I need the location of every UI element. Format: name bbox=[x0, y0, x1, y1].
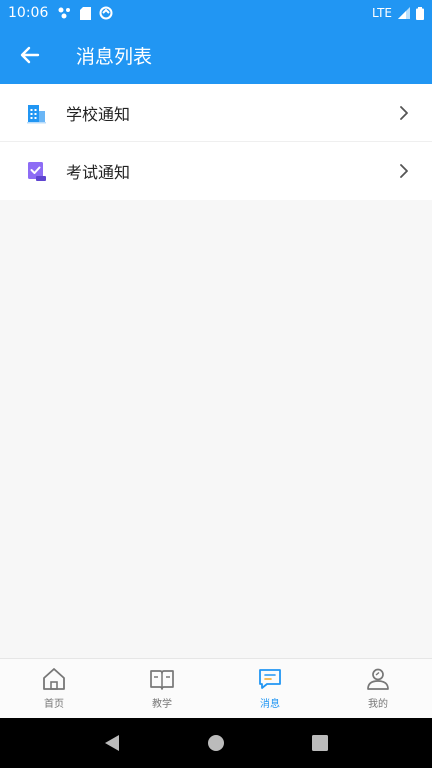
nav-item-profile[interactable]: 我的 bbox=[324, 659, 432, 718]
nav-item-home[interactable]: 首页 bbox=[0, 659, 108, 718]
system-nav-bar bbox=[0, 718, 432, 768]
list-item-exam-notice[interactable]: 考试通知 bbox=[0, 142, 432, 200]
book-icon bbox=[150, 670, 174, 690]
school-building-icon bbox=[24, 101, 48, 125]
sd-card-icon bbox=[80, 6, 92, 20]
status-bar: 10:06 LTE bbox=[0, 0, 432, 26]
nav-item-teaching[interactable]: 教学 bbox=[108, 659, 216, 718]
chevron-right-icon bbox=[394, 161, 414, 181]
list-item-label: 考试通知 bbox=[66, 163, 131, 182]
network-type: LTE bbox=[372, 6, 392, 20]
arrow-left-icon bbox=[20, 46, 40, 64]
bottom-nav: 首页 教学 消息 我的 bbox=[0, 658, 432, 718]
back-button[interactable] bbox=[0, 26, 60, 84]
nav-item-messages[interactable]: 消息 bbox=[216, 659, 324, 718]
sync-icon bbox=[99, 6, 113, 20]
home-circle-icon[interactable] bbox=[207, 734, 225, 752]
battery-icon bbox=[416, 6, 424, 20]
nav-label: 消息 bbox=[260, 699, 280, 710]
signal-icon bbox=[398, 7, 410, 19]
profile-icon bbox=[367, 668, 389, 690]
dots-notification-icon bbox=[58, 7, 71, 19]
message-icon bbox=[259, 669, 281, 689]
nav-label: 教学 bbox=[152, 699, 172, 710]
notification-icons bbox=[58, 6, 113, 20]
chevron-right-icon bbox=[394, 103, 414, 123]
nav-label: 首页 bbox=[44, 699, 64, 710]
back-triangle-icon[interactable] bbox=[103, 734, 121, 752]
home-icon bbox=[43, 668, 65, 690]
message-list: 学校通知 考试通知 bbox=[0, 84, 432, 200]
status-time: 10:06 bbox=[8, 5, 49, 21]
list-item-label: 学校通知 bbox=[66, 104, 131, 124]
nav-label: 我的 bbox=[368, 699, 388, 710]
page-title: 消息列表 bbox=[76, 45, 153, 68]
exam-check-icon bbox=[24, 159, 48, 183]
app-bar: 消息列表 bbox=[0, 26, 432, 84]
recents-square-icon[interactable] bbox=[311, 734, 329, 752]
list-item-school-notice[interactable]: 学校通知 bbox=[0, 84, 432, 142]
